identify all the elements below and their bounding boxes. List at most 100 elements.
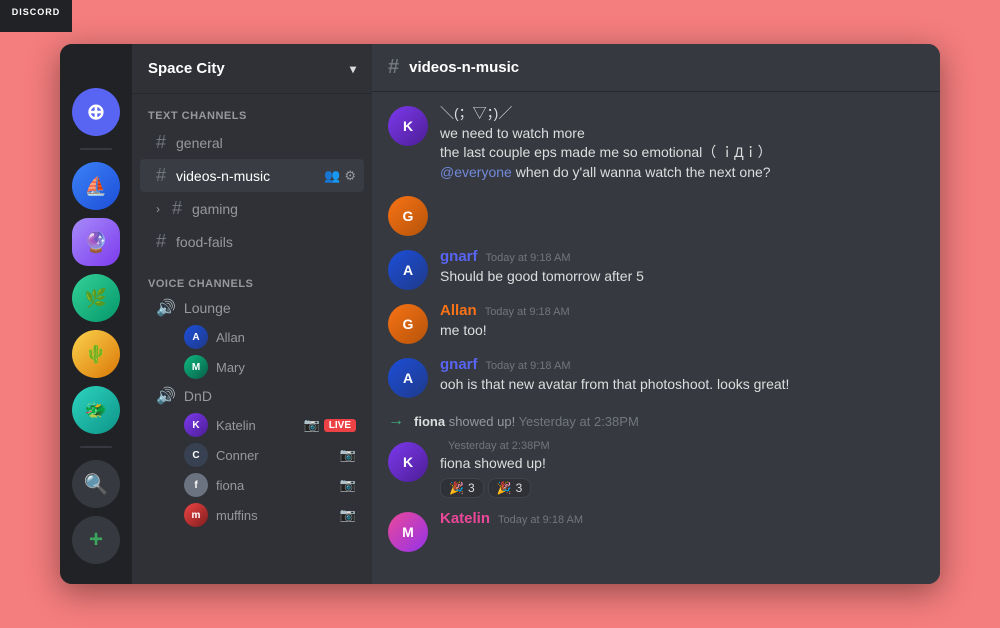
add-server-button[interactable]: + [72,516,120,564]
search-icon: 🔍 [84,472,109,497]
server-icon-leaf[interactable]: 🌿 [72,274,120,322]
message-header-allan-2: gnarf Today at 9:18 AM [440,356,924,373]
settings-icon[interactable]: ⚙ [344,168,356,184]
system-action-text: showed up! [449,414,519,429]
message-group-moongirl: M Katelin Today at 9:18 AM [372,506,940,556]
reaction-emoji-2: 🎉 [497,481,512,495]
voice-username-allan: Allan [216,330,245,345]
system-timestamp-fiona: Yesterday at 2:38PM [519,414,639,429]
channel-action-icons: 👥 ⚙ [324,168,356,184]
continuation-line-1: ＼(；▽；)／ [440,104,924,124]
channel-item-gaming[interactable]: › # gaming [140,192,364,225]
voice-user-allan[interactable]: A Allan [140,322,364,352]
avatar-katelin: K [388,442,428,482]
mini-avatar-mary: M [184,355,208,379]
server-header[interactable]: Space City ▾ [132,44,372,94]
channel-sidebar: Space City ▾ Text Channels # general # v… [132,44,372,584]
timestamp-moongirl: Today at 9:18 AM [498,514,583,526]
avatar-moongirl: M [388,512,428,552]
voice-channels-section: VOICE CHANNELS 🔊 Lounge A Allan M Mary 🔊 [132,262,372,530]
text-channels-label: Text Channels [132,94,372,126]
cactus-emoji: 🌵 [85,344,107,365]
app-window: DISCORD ⊕ ⛵ 🔮 🌿 🌵 🐲 🔍 + Sp [60,44,940,584]
channel-item-videos-n-music[interactable]: # videos-n-music 👥 ⚙ [140,159,364,192]
voice-user-conner[interactable]: C Conner 📷 [140,440,364,470]
boat-emoji: ⛵ [85,176,107,197]
author-gnarf-2: Allan [440,302,477,319]
leaf-emoji: 🌿 [85,288,107,309]
server-icon-cactus[interactable]: 🌵 [72,330,120,378]
author-allan-2: gnarf [440,356,478,373]
system-message-fiona: → fiona showed up! Yesterday at 2:38PM [372,406,940,436]
message-content-allan-1: gnarf Today at 9:18 AM Should be good to… [440,248,924,290]
message-group-gnarf-2: G Allan Today at 9:18 AM me too! [372,298,940,348]
channel-name-videos: videos-n-music [176,168,316,184]
avatar-spacer: K [388,104,428,182]
voice-username-conner: Conner [216,448,259,463]
main-chat: # videos-n-music K ＼(；▽；)／ we need to wa… [372,44,940,584]
message-header-gnarf-2: Allan Today at 9:18 AM [440,302,924,319]
camera-icon-katelin: 📷 [304,417,320,433]
voice-channel-lounge-name: Lounge [184,300,231,316]
server-divider-2 [80,446,112,448]
server-icon-gem[interactable]: 🔮 [72,218,120,266]
voice-user-fiona[interactable]: f fiona 📷 [140,470,364,500]
voice-channel-dnd-name: DnD [184,388,212,404]
add-icon: + [89,526,103,554]
discord-home-button[interactable]: ⊕ [72,88,120,136]
discord-logo-icon: ⊕ [87,99,105,125]
message-content-allan-2: gnarf Today at 9:18 AM ooh is that new a… [440,356,924,398]
reaction-count-1: 3 [468,481,475,495]
continuation-after-mention: when do y'all wanna watch the next one? [516,164,771,180]
author-allan-1: gnarf [440,248,478,265]
reaction-count-2: 3 [516,481,523,495]
message-group-continuation: K ＼(；▽；)／ we need to watch more the last… [372,100,940,186]
server-icon-boat[interactable]: ⛵ [72,162,120,210]
channel-item-food-fails[interactable]: # food-fails [140,225,364,258]
hash-icon-general: # [156,132,166,153]
channel-name-food: food-fails [176,234,356,250]
server-dropdown-icon: ▾ [350,62,356,76]
reaction-2[interactable]: 🎉 3 [488,478,532,498]
message-group-allan-2: A gnarf Today at 9:18 AM ooh is that new… [372,352,940,402]
voice-channel-dnd[interactable]: 🔊 DnD [140,382,364,410]
members-icon[interactable]: 👥 [324,168,340,184]
timestamp-allan-2: Today at 9:18 AM [486,360,571,372]
mini-avatar-allan: A [184,325,208,349]
channel-name-general: general [176,135,356,151]
message-content-katelin: Yesterday at 2:38PM fiona showed up! 🎉 3… [440,440,924,498]
message-text-gnarf-2: me too! [440,321,924,341]
live-badge-katelin: LIVE [324,419,356,432]
voice-channel-lounge[interactable]: 🔊 Lounge [140,294,364,322]
voice-user-mary[interactable]: M Mary [140,352,364,382]
server-sidebar: DISCORD ⊕ ⛵ 🔮 🌿 🌵 🐲 🔍 + [60,44,132,584]
server-icon-dragon[interactable]: 🐲 [72,386,120,434]
mini-avatar-conner: C [184,443,208,467]
explore-servers-button[interactable]: 🔍 [72,460,120,508]
speaker-icon-lounge: 🔊 [156,298,176,318]
gem-emoji: 🔮 [84,230,109,255]
everyone-mention: @everyone [440,164,512,180]
voice-user-left-allan: A Allan [184,325,245,349]
voice-user-katelin[interactable]: K Katelin 📷 LIVE [140,410,364,440]
channel-item-general[interactable]: # general [140,126,364,159]
message-group-gnarf-1: G [372,190,940,240]
messages-container[interactable]: K ＼(；▽；)／ we need to watch more the last… [372,92,940,584]
avatar-gnarf-2: G [388,304,428,344]
reaction-1[interactable]: 🎉 3 [440,478,484,498]
system-message-text: fiona showed up! Yesterday at 2:38PM [414,414,639,429]
chat-channel-name: videos-n-music [409,59,519,76]
message-header-moongirl: Katelin Today at 9:18 AM [440,510,924,527]
camera-icon-fiona: 📷 [340,477,356,493]
channel-name-gaming: gaming [192,201,356,217]
mini-avatar-muffins: m [184,503,208,527]
dragon-emoji: 🐲 [85,400,107,421]
voice-user-muffins[interactable]: m muffins 📷 [140,500,364,530]
camera-icon-conner: 📷 [340,447,356,463]
message-text-allan-1: Should be good tomorrow after 5 [440,267,924,287]
reaction-area-katelin: 🎉 3 🎉 3 [440,478,924,498]
voice-username-mary: Mary [216,360,245,375]
continuation-line-2: we need to watch more [440,124,924,144]
hash-icon-gaming: # [172,198,182,219]
voice-user-left-mary: M Mary [184,355,245,379]
